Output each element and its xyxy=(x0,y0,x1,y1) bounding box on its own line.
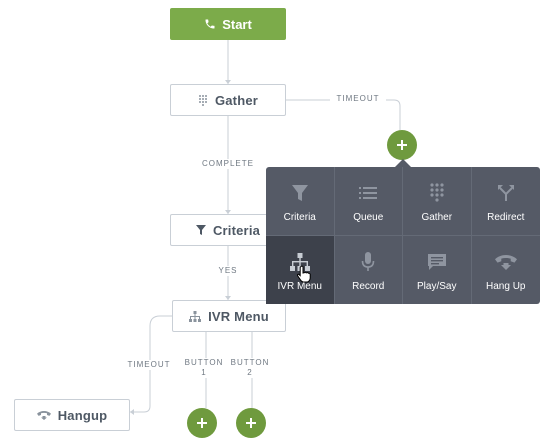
ivr-button-2-label: BUTTON 2 xyxy=(228,358,272,378)
gather-node[interactable]: Gather xyxy=(170,84,286,116)
menu-item-gather[interactable]: Gather xyxy=(403,167,472,236)
menu-item-label: Criteria xyxy=(283,212,316,223)
menu-item-play-say[interactable]: Play/Say xyxy=(403,235,472,304)
gather-timeout-label: TIMEOUT xyxy=(330,94,386,104)
ivr-button-1-label: BUTTON 1 xyxy=(182,358,226,378)
menu-item-criteria[interactable]: Criteria xyxy=(266,167,335,236)
speech-bubble-icon xyxy=(427,251,447,273)
gather-node-label: Gather xyxy=(214,92,259,108)
list-icon xyxy=(359,182,378,204)
sitemap-icon xyxy=(189,310,202,322)
ivr-button-1-label-line2: 1 xyxy=(201,368,207,377)
menu-item-label: Gather xyxy=(421,212,453,223)
menu-item-record[interactable]: Record xyxy=(335,235,403,304)
hangup-node[interactable]: Hangup xyxy=(14,399,130,431)
menu-item-label: Hang Up xyxy=(486,280,526,292)
add-step-timeout-button[interactable] xyxy=(387,130,417,160)
menu-caret xyxy=(395,159,411,167)
ivr-timeout-label: TIMEOUT xyxy=(124,360,174,370)
criteria-yes-label: YES xyxy=(214,266,242,276)
ivr-menu-node[interactable]: IVR Menu xyxy=(172,300,286,332)
menu-item-redirect[interactable]: Redirect xyxy=(471,167,540,236)
start-node[interactable]: Start xyxy=(170,8,286,40)
add-step-button-2[interactable] xyxy=(236,408,266,438)
menu-item-label: Record xyxy=(352,280,385,292)
gather-complete-label: COMPLETE xyxy=(198,159,258,169)
filter-icon xyxy=(195,225,206,235)
hangup-phone-icon xyxy=(36,410,51,420)
add-step-button-1[interactable] xyxy=(187,408,217,438)
hangup-phone-icon xyxy=(494,251,517,273)
hangup-node-label: Hangup xyxy=(57,407,108,423)
keypad-icon xyxy=(198,94,208,106)
plus-icon xyxy=(397,140,407,150)
ivr-menu-node-label: IVR Menu xyxy=(208,308,269,324)
keypad-icon xyxy=(430,182,444,204)
split-arrow-icon xyxy=(497,182,515,204)
start-node-label: Start xyxy=(222,16,252,32)
ivr-button-1-label-line1: BUTTON xyxy=(184,358,224,367)
microphone-icon xyxy=(361,251,375,273)
ivr-button-2-label-line2: 2 xyxy=(247,368,253,377)
phone-icon xyxy=(204,18,216,30)
menu-item-label: Redirect xyxy=(487,212,525,223)
filter-icon xyxy=(291,182,309,204)
hand-cursor-icon xyxy=(296,265,312,288)
menu-item-label: Queue xyxy=(353,212,384,223)
criteria-node-label: Criteria xyxy=(212,222,261,238)
plus-icon xyxy=(246,418,256,428)
ivr-button-2-label-line1: BUTTON xyxy=(230,358,270,367)
menu-item-label: Play/Say xyxy=(417,280,457,292)
plus-icon xyxy=(197,418,207,428)
menu-item-queue[interactable]: Queue xyxy=(334,167,403,236)
menu-item-hang-up[interactable]: Hang Up xyxy=(472,236,541,305)
